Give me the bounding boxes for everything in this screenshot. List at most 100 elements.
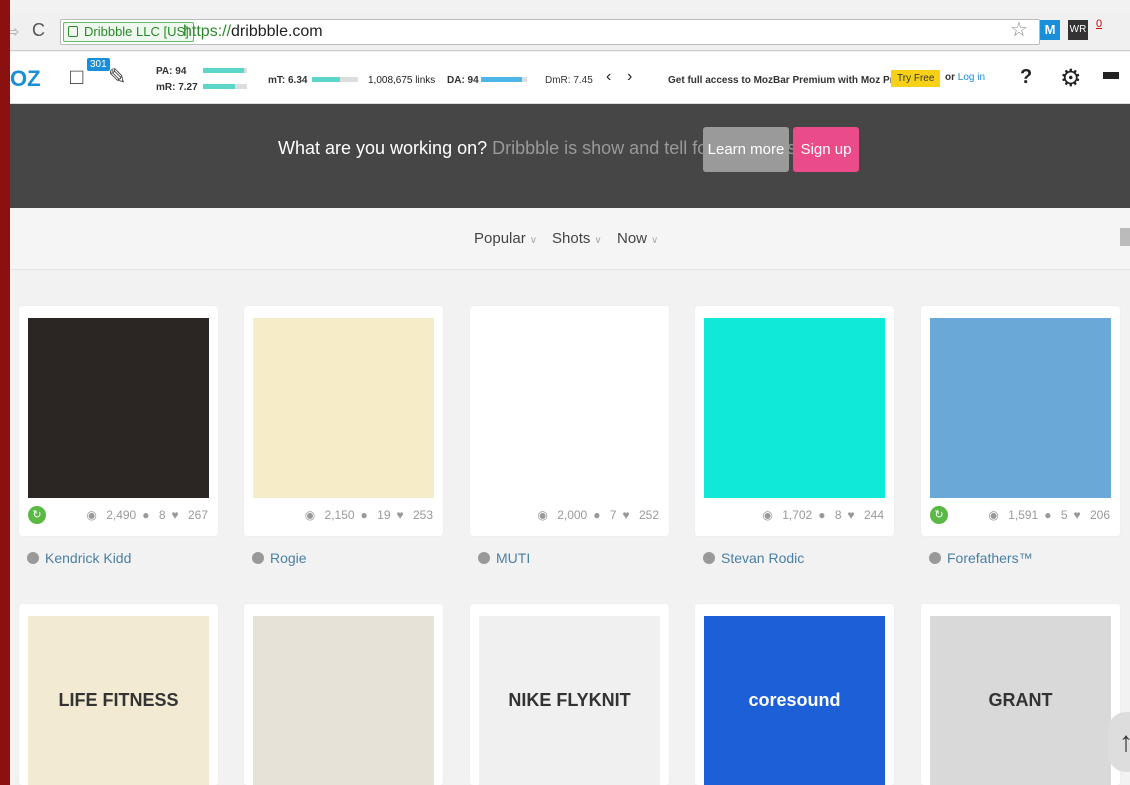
sign-up-button[interactable]: Sign up bbox=[793, 127, 859, 172]
comments-count[interactable]: ● 8 bbox=[818, 508, 841, 522]
filter-now[interactable]: Now ∨ bbox=[617, 230, 658, 247]
dmr-metric: DmR: 7.45 bbox=[545, 75, 593, 86]
or-text: or bbox=[945, 72, 955, 83]
moz-logo[interactable]: OZ bbox=[10, 66, 41, 92]
redirect-badge: 301 bbox=[87, 58, 110, 71]
page-analysis-icon[interactable]: □ bbox=[70, 64, 83, 90]
shot-thumbnail[interactable]: LIFE FITNESS bbox=[28, 616, 209, 785]
shot-thumbnail[interactable] bbox=[253, 616, 434, 785]
url-text[interactable]: https://dribbble.com bbox=[183, 23, 323, 41]
player-name: Stevan Rodic bbox=[721, 550, 805, 566]
address-bar[interactable]: Dribbble LLC [US] https://dribbble.com bbox=[60, 19, 1040, 45]
scroll-to-top-button[interactable]: ↑ bbox=[1108, 712, 1130, 772]
shot-card[interactable]: ◉ 1,702 ● 8 ♥ 244 bbox=[695, 306, 894, 536]
ev-label: Dribbble LLC [US] bbox=[84, 24, 189, 39]
comments-count[interactable]: ● 7 bbox=[593, 508, 616, 522]
player-name: Forefathers™ bbox=[947, 550, 1033, 566]
shot-thumbnail[interactable]: GRANT bbox=[930, 616, 1111, 785]
promo-text: Get full access to MozBar Premium with M… bbox=[668, 75, 900, 86]
likes-count[interactable]: ♥ 244 bbox=[848, 508, 885, 522]
help-icon[interactable]: ? bbox=[1020, 66, 1032, 89]
rebound-icon[interactable]: ↻ bbox=[28, 506, 46, 524]
shot-thumbnail[interactable] bbox=[253, 318, 434, 498]
shot-thumbnail[interactable] bbox=[479, 318, 660, 498]
login-text: or Log in bbox=[945, 72, 985, 83]
likes-count[interactable]: ♥ 206 bbox=[1074, 508, 1111, 522]
player-link[interactable]: MUTI bbox=[478, 550, 530, 566]
wr-extension-icon[interactable]: WR bbox=[1068, 20, 1088, 40]
shot-stats: ◉ 1,591 ● 5 ♥ 206 bbox=[982, 508, 1110, 522]
da-bar bbox=[481, 77, 523, 82]
browser-window: ⇨ C Dribbble LLC [US] https://dribbble.c… bbox=[10, 0, 1130, 785]
avatar bbox=[478, 552, 490, 564]
da-metric: DA: 94 bbox=[447, 75, 479, 86]
shot-card[interactable]: ↻ ◉ 2,490 ● 8 ♥ 267 bbox=[19, 306, 218, 536]
views-count: ◉ 2,000 bbox=[537, 508, 588, 522]
player-link[interactable]: Rogie bbox=[252, 550, 307, 566]
extension-count-badge[interactable]: 0 bbox=[1096, 18, 1102, 30]
banner-question: What are you working on? bbox=[278, 138, 488, 158]
shot-card[interactable]: NIKE FLYKNIT bbox=[470, 604, 669, 785]
likes-count[interactable]: ♥ 267 bbox=[172, 508, 209, 522]
player-link[interactable]: Forefathers™ bbox=[929, 550, 1033, 566]
comments-count[interactable]: ● 19 bbox=[361, 508, 391, 522]
ev-certificate-badge[interactable]: Dribbble LLC [US] bbox=[63, 22, 194, 42]
shot-stats: ◉ 2,150 ● 19 ♥ 253 bbox=[299, 508, 433, 522]
links-count[interactable]: 1,008,675 links bbox=[368, 75, 435, 86]
mr-bar bbox=[203, 84, 235, 89]
next-arrow-icon[interactable]: › bbox=[627, 68, 632, 86]
shot-card[interactable]: coresound bbox=[695, 604, 894, 785]
avatar bbox=[929, 552, 941, 564]
player-link[interactable]: Kendrick Kidd bbox=[27, 550, 131, 566]
shot-card[interactable] bbox=[244, 604, 443, 785]
avatar bbox=[252, 552, 264, 564]
shot-thumbnail[interactable]: NIKE FLYKNIT bbox=[479, 616, 660, 785]
shot-card[interactable]: ◉ 2,150 ● 19 ♥ 253 bbox=[244, 306, 443, 536]
shot-thumbnail[interactable] bbox=[930, 318, 1111, 498]
thumbnail-text: LIFE FITNESS bbox=[58, 690, 179, 710]
url-scheme: https:// bbox=[183, 23, 232, 40]
log-in-link[interactable]: Log in bbox=[958, 72, 985, 83]
shot-card[interactable]: GRANT bbox=[921, 604, 1120, 785]
filter-shots[interactable]: Shots ∨ bbox=[552, 230, 602, 247]
comments-count[interactable]: ● 8 bbox=[142, 508, 165, 522]
player-link[interactable]: Stevan Rodic bbox=[703, 550, 804, 566]
chevron-down-icon: ∨ bbox=[529, 235, 538, 246]
learn-more-button[interactable]: Learn more bbox=[703, 127, 789, 172]
filter-label: Shots bbox=[552, 230, 591, 247]
shot-card[interactable]: LIFE FITNESS bbox=[19, 604, 218, 785]
reload-icon[interactable]: C bbox=[32, 20, 45, 41]
player-name: Kendrick Kidd bbox=[45, 550, 132, 566]
thumbnail-text: coresound bbox=[748, 690, 841, 710]
mr-metric: mR: 7.27 bbox=[156, 82, 198, 93]
views-count: ◉ 2,150 bbox=[304, 508, 355, 522]
player-name: MUTI bbox=[496, 550, 531, 566]
gear-icon[interactable]: ⚙ bbox=[1060, 64, 1082, 93]
comments-count[interactable]: ● 5 bbox=[1044, 508, 1067, 522]
filter-bar: Popular ∨ Shots ∨ Now ∨ bbox=[10, 208, 1130, 270]
shot-card[interactable]: ◉ 2,000 ● 7 ♥ 252 bbox=[470, 306, 669, 536]
views-count: ◉ 1,702 bbox=[762, 508, 813, 522]
shot-thumbnail[interactable] bbox=[28, 318, 209, 498]
shot-thumbnail[interactable] bbox=[704, 318, 885, 498]
avatar bbox=[27, 552, 39, 564]
back-arrow-icon[interactable]: ⇨ bbox=[10, 22, 19, 42]
likes-count[interactable]: ♥ 252 bbox=[623, 508, 660, 522]
shot-card[interactable]: ↻ ◉ 1,591 ● 5 ♥ 206 bbox=[921, 306, 1120, 536]
shot-thumbnail[interactable]: coresound bbox=[704, 616, 885, 785]
lock-icon bbox=[68, 26, 78, 37]
bookmark-star-icon[interactable]: ☆ bbox=[1010, 17, 1028, 42]
collapse-bar-icon[interactable] bbox=[1103, 72, 1119, 79]
views-count: ◉ 1,591 bbox=[988, 508, 1039, 522]
thumbnail-text: NIKE FLYKNIT bbox=[508, 690, 631, 710]
likes-count[interactable]: ♥ 253 bbox=[397, 508, 434, 522]
highlight-pencil-icon[interactable]: ✎ bbox=[108, 64, 126, 90]
mozbar-extension-icon[interactable]: M bbox=[1040, 20, 1060, 40]
filter-popular[interactable]: Popular ∨ bbox=[474, 230, 537, 247]
prev-arrow-icon[interactable]: ‹ bbox=[606, 68, 611, 86]
filter-label: Now bbox=[617, 230, 648, 247]
try-free-button[interactable]: Try Free bbox=[891, 70, 941, 87]
mozbar-toolbar: OZ □ 301 ✎ PA: 94 mR: 7.27 mT: 6.34 1,00… bbox=[10, 52, 1130, 104]
rebound-icon[interactable]: ↻ bbox=[930, 506, 948, 524]
side-handle[interactable] bbox=[1120, 228, 1130, 246]
